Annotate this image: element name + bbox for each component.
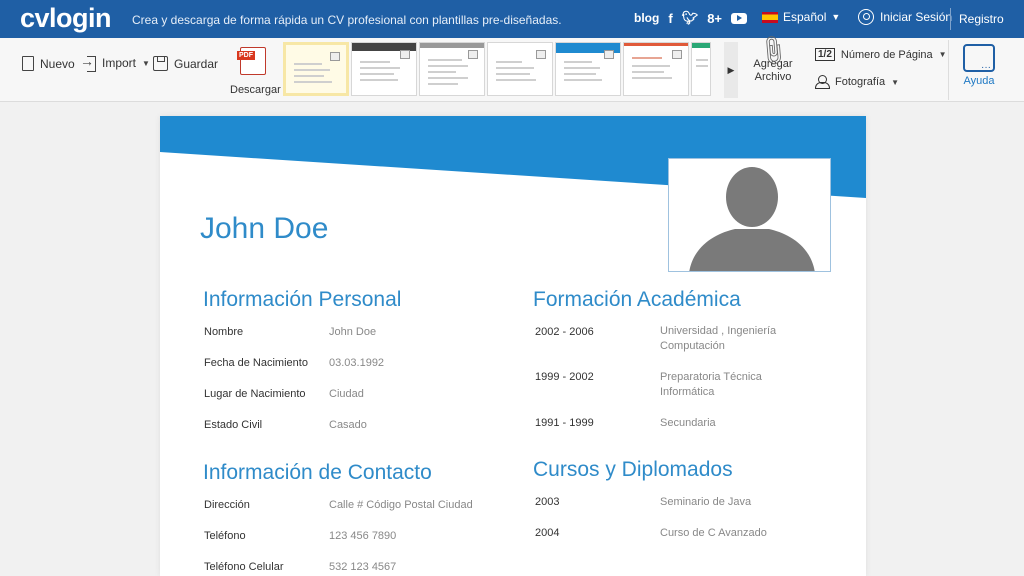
field-value[interactable]: Casado bbox=[329, 418, 367, 433]
divider bbox=[950, 8, 951, 30]
photo-dropdown[interactable]: Fotografía ▼ bbox=[815, 75, 899, 89]
profile-photo[interactable] bbox=[668, 158, 831, 272]
template-thumbnail[interactable] bbox=[555, 42, 621, 96]
youtube-icon[interactable] bbox=[731, 12, 748, 24]
field-label: 1999 - 2002 bbox=[535, 371, 594, 383]
template-thumbnail[interactable] bbox=[487, 42, 553, 96]
pdf-badge: PDF bbox=[237, 51, 255, 60]
field-value[interactable]: Calle # Código Postal Ciudad bbox=[329, 498, 473, 513]
photo-placeholder-icon bbox=[330, 52, 340, 61]
save-icon bbox=[153, 56, 168, 71]
top-bar: cvlogin Crea y descarga de forma rápida … bbox=[0, 0, 1024, 38]
person-icon bbox=[815, 75, 830, 89]
chevron-down-icon: ▼ bbox=[831, 12, 841, 22]
import-icon bbox=[80, 53, 96, 72]
field-label: Estado Civil bbox=[204, 419, 263, 431]
language-label: Español bbox=[783, 10, 827, 24]
field-value[interactable]: 123 456 7890 bbox=[329, 529, 396, 544]
import-label: Import bbox=[102, 56, 137, 70]
new-button[interactable]: Nuevo bbox=[22, 56, 75, 71]
googleplus-icon[interactable]: 8+ bbox=[707, 11, 722, 26]
field-label: 2004 bbox=[535, 527, 560, 539]
field-label: 1991 - 1999 bbox=[535, 417, 594, 429]
help-button[interactable]: Ayuda bbox=[960, 44, 998, 87]
help-label: Ayuda bbox=[963, 75, 995, 87]
pdf-download-icon[interactable]: PDF bbox=[237, 47, 266, 75]
tagline: Crea y descarga de forma rápida un CV pr… bbox=[132, 13, 562, 27]
field-label: 2003 bbox=[535, 496, 560, 508]
social-links: blog f 🐦︎ 8+ bbox=[634, 10, 748, 26]
field-label: Teléfono bbox=[204, 530, 246, 542]
divider bbox=[948, 40, 949, 100]
field-label: Teléfono Celular bbox=[204, 561, 284, 573]
field-value[interactable]: 532 123 4567 bbox=[329, 560, 396, 575]
login-label: Iniciar Sesión bbox=[880, 10, 953, 24]
field-value[interactable]: John Doe bbox=[329, 325, 376, 340]
photo-label: Fotografía bbox=[835, 76, 886, 88]
template-thumbnail[interactable] bbox=[691, 42, 711, 96]
page-number-icon: 1/2 bbox=[815, 48, 835, 61]
canvas-background bbox=[866, 102, 1024, 576]
avatar-silhouette-icon bbox=[689, 167, 815, 271]
language-selector[interactable]: Español ▼ bbox=[762, 10, 840, 24]
blog-link[interactable]: blog bbox=[634, 11, 659, 25]
login-link[interactable]: Iniciar Sesión bbox=[858, 9, 952, 25]
help-screen-icon bbox=[963, 44, 995, 73]
field-label: 2002 - 2006 bbox=[535, 326, 594, 338]
chevron-down-icon: ▼ bbox=[891, 77, 900, 87]
template-thumbnail[interactable] bbox=[623, 42, 689, 96]
field-value[interactable]: Secundaria bbox=[660, 416, 716, 431]
field-value[interactable]: Curso de C Avanzado bbox=[660, 526, 767, 541]
template-thumbnail[interactable] bbox=[419, 42, 485, 96]
attach-file-button[interactable]: 📎︎ Agregar Archivo bbox=[748, 32, 798, 84]
templates-next-arrow[interactable]: ▶ bbox=[724, 42, 738, 98]
chevron-down-icon: ▼ bbox=[142, 58, 150, 68]
cvlogin-logo[interactable]: cvlogin bbox=[20, 3, 112, 34]
section-title-courses[interactable]: Cursos y Diplomados bbox=[533, 458, 733, 482]
save-button[interactable]: Guardar bbox=[153, 56, 218, 71]
cv-name[interactable]: John Doe bbox=[200, 212, 328, 246]
photo-placeholder-icon bbox=[400, 50, 410, 59]
field-value[interactable]: Universidad , Ingeniería Computación bbox=[660, 324, 800, 354]
field-label: Dirección bbox=[204, 499, 250, 511]
template-thumbnail[interactable] bbox=[351, 42, 417, 96]
new-document-icon bbox=[22, 56, 34, 71]
user-icon bbox=[858, 9, 874, 25]
field-label: Nombre bbox=[204, 326, 244, 338]
facebook-icon[interactable]: f bbox=[668, 11, 672, 26]
register-link[interactable]: Registro bbox=[959, 12, 1004, 26]
field-value[interactable]: Ciudad bbox=[329, 387, 364, 402]
template-thumbnail[interactable] bbox=[283, 42, 349, 96]
field-value[interactable]: Preparatoria Técnica Informática bbox=[660, 370, 780, 400]
new-label: Nuevo bbox=[40, 56, 75, 71]
cv-page: John Doe Información Personal Nombre Joh… bbox=[160, 116, 866, 576]
section-title-education[interactable]: Formación Académica bbox=[533, 288, 741, 312]
photo-placeholder-icon bbox=[536, 50, 546, 59]
field-value[interactable]: 03.03.1992 bbox=[329, 356, 384, 371]
page-number-label: Número de Página bbox=[840, 48, 933, 61]
download-button[interactable]: Descargar bbox=[230, 84, 281, 96]
page-number-dropdown[interactable]: 1/2 Número de Página ▼ bbox=[815, 48, 947, 61]
chevron-down-icon: ▼ bbox=[938, 50, 947, 59]
photo-placeholder-icon bbox=[468, 50, 478, 59]
twitter-icon[interactable]: 🐦︎ bbox=[682, 10, 699, 26]
section-title-contact[interactable]: Información de Contacto bbox=[203, 461, 432, 485]
photo-placeholder-icon bbox=[604, 50, 614, 59]
spain-flag-icon bbox=[762, 11, 778, 23]
import-button[interactable]: Import ▼ bbox=[80, 53, 150, 72]
field-label: Lugar de Nacimiento bbox=[204, 388, 306, 400]
save-label: Guardar bbox=[174, 56, 219, 71]
section-title-personal[interactable]: Información Personal bbox=[203, 288, 401, 312]
field-value[interactable]: Seminario de Java bbox=[660, 495, 751, 510]
photo-placeholder-icon bbox=[672, 50, 682, 59]
template-gallery bbox=[283, 42, 711, 98]
field-label: Fecha de Nacimiento bbox=[204, 357, 308, 369]
